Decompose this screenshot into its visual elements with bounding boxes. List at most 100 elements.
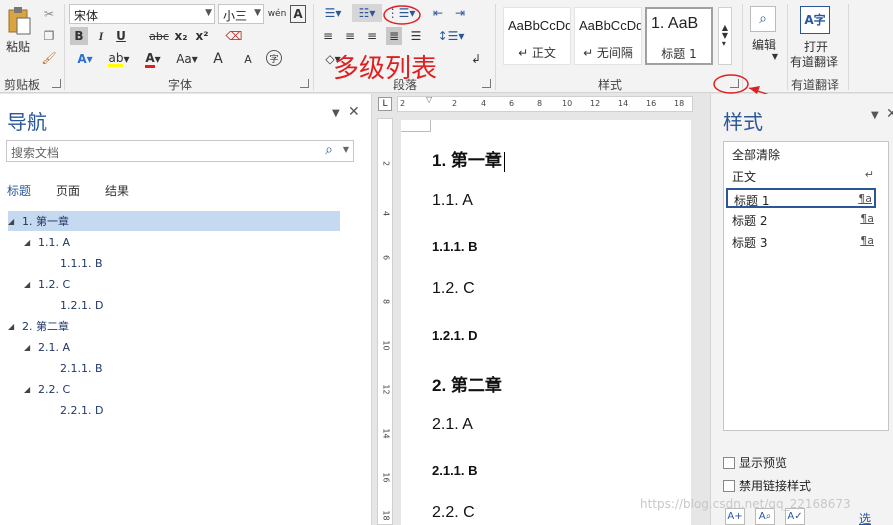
search-placeholder: 搜索文档 <box>11 146 60 160</box>
tree-label: 2.1.1. B <box>60 361 103 375</box>
heading-3[interactable]: 1.1.1. B <box>432 239 478 254</box>
expand-triangle-icon[interactable]: ◢ <box>24 238 38 247</box>
tree-item[interactable]: ◢ 1.1. A <box>24 232 70 252</box>
margin-corner <box>401 120 431 132</box>
ruler-tick: 12 <box>590 99 601 108</box>
search-icon[interactable]: ⌕ <box>325 142 333 158</box>
tree-label: 1.2.1. D <box>60 298 104 312</box>
tree-label: 2. 第二章 <box>22 320 69 333</box>
heading-1[interactable]: 2. 第二章 <box>432 371 502 396</box>
expand-triangle-icon[interactable]: ◢ <box>24 280 38 289</box>
heading-text: 1. 第一章 <box>432 151 502 170</box>
linked-style-icon: ¶a <box>858 192 872 205</box>
nav-title: 导航 <box>7 110 47 134</box>
style-label: 标题 3 <box>732 236 768 250</box>
ruler-tick: 16 <box>646 99 657 108</box>
tab-pages[interactable]: 页面 <box>56 182 80 199</box>
chevron-down-icon[interactable]: ▼ <box>871 110 879 121</box>
checkbox-box[interactable] <box>723 479 735 492</box>
close-icon[interactable]: ✕ <box>886 106 893 122</box>
ruler-tick: 2 <box>400 99 406 108</box>
nav-search-input[interactable]: 搜索文档 ⌕ ▼ <box>6 140 354 162</box>
checkbox-label: 显示预览 <box>739 456 788 470</box>
tree-label: 2.2. C <box>38 382 71 396</box>
style-label: 标题 2 <box>732 214 768 228</box>
ruler-tick: 10 <box>381 340 391 351</box>
vertical-ruler[interactable]: 2 4 6 8 10 12 14 16 18 <box>377 118 393 525</box>
tree-item[interactable]: 1.2.1. D <box>60 295 103 315</box>
tree-label: 1.1.1. B <box>60 256 103 270</box>
disable-linked-styles-checkbox[interactable]: 禁用链接样式 <box>723 477 811 494</box>
tree-item[interactable]: 2.2.1. D <box>60 400 103 420</box>
watermark: https://blog.csdn.net/qq_22168673 <box>640 497 851 511</box>
tree-item[interactable]: 1.1.1. B <box>60 253 103 273</box>
linked-style-icon: ¶a <box>860 212 874 225</box>
tree-item[interactable]: ◢ 2.2. C <box>24 379 70 399</box>
expand-triangle-icon[interactable]: ◢ <box>24 343 38 352</box>
heading-2[interactable]: 2.1. A <box>432 416 473 434</box>
tree-label: 1.1. A <box>38 235 71 249</box>
ruler-tick: 4 <box>481 99 487 108</box>
linked-style-icon: ¶a <box>860 234 874 247</box>
tab-selector[interactable]: L <box>378 97 392 111</box>
heading-2[interactable]: 1.1. A <box>432 192 473 210</box>
styles-pane: 样式 ▼ ✕ 全部清除 正文 ↵ 标题 1 ¶a 标题 2 ¶a 标题 3 ¶a 显示预… <box>710 94 893 525</box>
horizontal-ruler[interactable]: 2 2 4 6 8 10 12 14 16 18 ▽ <box>397 95 693 112</box>
tree-item[interactable]: ◢ 2. 第二章 <box>8 316 69 336</box>
style-item-heading2[interactable]: 标题 2 ¶a <box>726 210 876 230</box>
style-label: 全部清除 <box>732 148 781 162</box>
style-label: 正文 <box>732 170 757 184</box>
ruler-tick: 8 <box>381 298 391 305</box>
heading-2[interactable]: 2.2. C <box>432 504 475 522</box>
tree-item[interactable]: ◢ 1. 第一章 <box>8 211 340 231</box>
style-item-heading3[interactable]: 标题 3 ¶a <box>726 232 876 252</box>
tree-item[interactable]: ◢ 1.2. C <box>24 274 70 294</box>
ruler-tick: 16 <box>381 472 391 483</box>
show-preview-checkbox[interactable]: 显示预览 <box>723 454 787 471</box>
ruler-tick: 14 <box>381 428 391 439</box>
tree-label: 2.1. A <box>38 340 71 354</box>
tree-item[interactable]: 2.1.1. B <box>60 358 103 378</box>
checkbox-box[interactable] <box>723 456 735 469</box>
document-page[interactable]: 1. 第一章 1.1. A 1.1.1. B 1.2. C 1.2.1. D 2… <box>401 120 691 525</box>
expand-triangle-icon[interactable]: ◢ <box>24 385 38 394</box>
ruler-tick: 18 <box>674 99 685 108</box>
tree-item[interactable]: ◢ 2.1. A <box>24 337 70 357</box>
tree-label: 1. 第一章 <box>22 215 69 228</box>
chevron-down-icon[interactable]: ▼ <box>332 108 340 119</box>
heading-3[interactable]: 1.2.1. D <box>432 328 478 343</box>
checkbox-label: 禁用链接样式 <box>739 479 812 493</box>
close-icon[interactable]: ✕ <box>348 104 360 120</box>
paragraph-mark-icon: ↵ <box>864 168 874 181</box>
tab-results[interactable]: 结果 <box>105 182 129 199</box>
style-item-normal[interactable]: 正文 ↵ <box>726 166 876 186</box>
text-cursor <box>503 151 505 172</box>
document-area: L 2 2 4 6 8 10 12 14 16 18 ▽ 2 4 6 8 10 … <box>373 94 709 525</box>
styles-list: 全部清除 正文 ↵ 标题 1 ¶a 标题 2 ¶a 标题 3 ¶a <box>723 141 889 431</box>
ruler-tick: 2 <box>452 99 458 108</box>
ruler-tick: 18 <box>381 510 391 521</box>
style-item-heading1[interactable]: 标题 1 ¶a <box>726 188 876 208</box>
style-item-clear-all[interactable]: 全部清除 <box>726 144 876 164</box>
ruler-tick: 6 <box>509 99 515 108</box>
chevron-down-icon[interactable]: ▼ <box>343 145 349 154</box>
heading-3[interactable]: 2.1.1. B <box>432 463 478 478</box>
ruler-tick: 6 <box>381 254 391 261</box>
ruler-tick: 8 <box>537 99 543 108</box>
expand-triangle-icon[interactable]: ◢ <box>8 217 22 226</box>
options-link[interactable]: 选项... <box>859 510 893 525</box>
heading-2[interactable]: 1.2. C <box>432 280 475 298</box>
word-window: 粘贴 ✂ ❐ 🖌 剪贴板 宋体 ▼ 小三 ▼ wén A B I U abc x₂ … <box>0 0 893 525</box>
tab-headings[interactable]: 标题 <box>7 182 31 199</box>
expand-triangle-icon[interactable]: ◢ <box>8 322 22 331</box>
navigation-pane: 导航 ▼ ✕ 搜索文档 ⌕ ▼ 标题 页面 结果 ◢ 1. 第一章 ◢ 1.1. A… <box>0 94 372 525</box>
indent-marker-icon[interactable]: ▽ <box>426 95 432 104</box>
heading-1[interactable]: 1. 第一章 <box>432 146 505 172</box>
style-label: 标题 1 <box>734 194 770 208</box>
ruler-tick: 14 <box>618 99 629 108</box>
ruler-tick: 2 <box>381 160 391 167</box>
ruler-tick: 10 <box>562 99 573 108</box>
ruler-tick: 4 <box>381 210 391 217</box>
tree-label: 2.2.1. D <box>60 403 104 417</box>
ruler-tick: 12 <box>381 384 391 395</box>
